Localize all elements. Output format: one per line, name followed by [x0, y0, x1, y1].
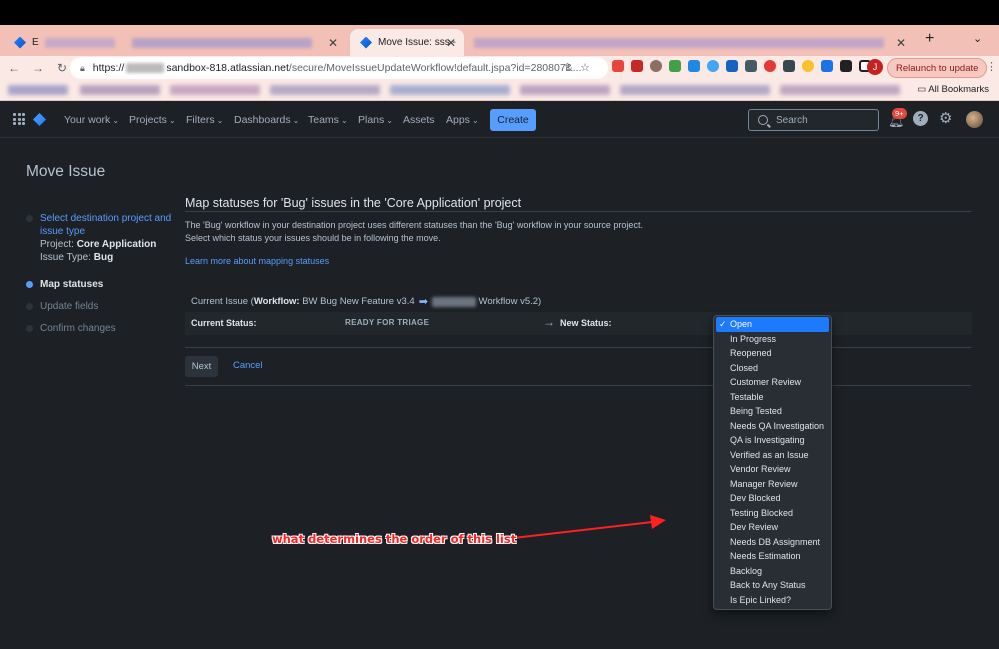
- annotation-arrow: [504, 515, 666, 540]
- annotation-text: what determines the order of this list: [272, 532, 517, 546]
